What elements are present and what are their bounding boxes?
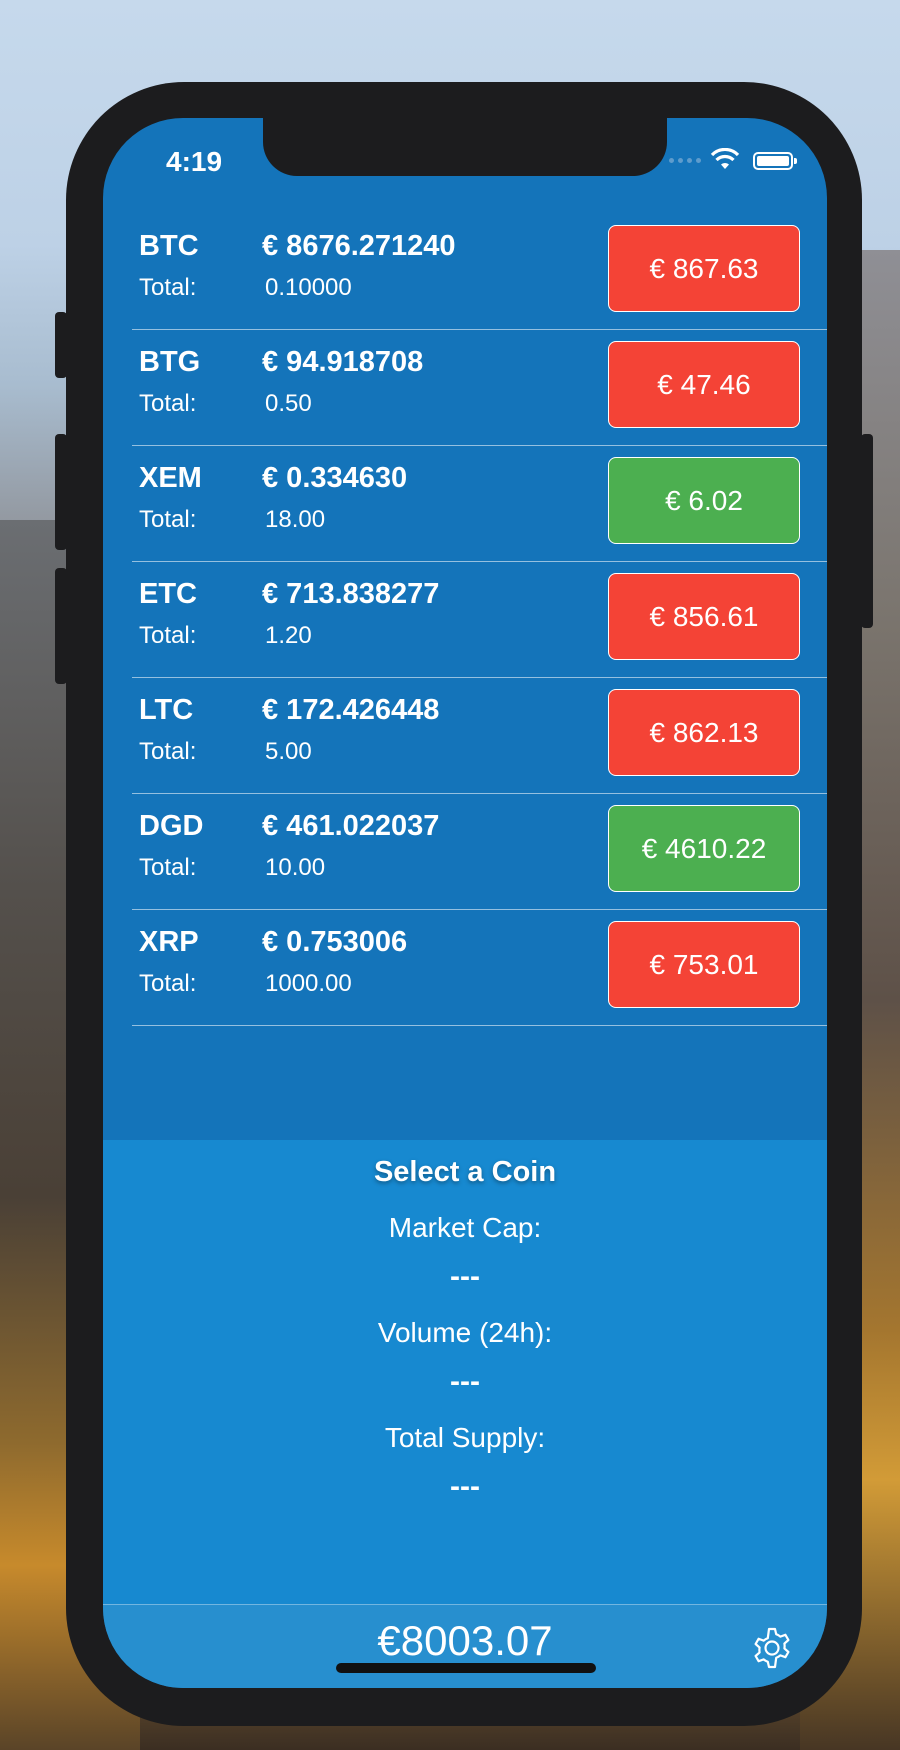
app-screen: 4:19 BTC € 8676.271240 Total: 0.10000 € 867.… <box>103 118 827 1688</box>
coin-price: € 8676.271240 <box>262 230 456 262</box>
coin-row[interactable]: BTG € 94.918708 Total: 0.50 € 47.46 <box>132 330 827 446</box>
coin-symbol: BTC <box>139 230 199 262</box>
home-indicator[interactable] <box>336 1663 596 1673</box>
detail-title: Select a Coin <box>373 1156 557 1188</box>
holding-value-button[interactable]: € 4610.22 <box>608 805 800 892</box>
coin-symbol: BTG <box>139 346 201 378</box>
volume-label: Volume (24h): <box>377 1317 553 1348</box>
total-label: Total: <box>139 738 197 765</box>
total-amount: 18.00 <box>265 506 326 533</box>
coin-price: € 94.918708 <box>262 346 424 378</box>
coin-row[interactable]: BTC € 8676.271240 Total: 0.10000 € 867.63 <box>132 214 827 330</box>
footer-bar: €8003.07 <box>103 1604 827 1688</box>
coin-row[interactable]: LTC € 172.426448 Total: 5.00 € 862.13 <box>132 678 827 794</box>
power-button <box>861 434 873 628</box>
coin-symbol: ETC <box>139 578 197 610</box>
coin-price: € 0.753006 <box>262 926 408 958</box>
total-label: Total: <box>139 854 197 881</box>
coin-symbol: LTC <box>139 694 194 726</box>
volume-value: --- <box>450 1365 480 1398</box>
mute-switch <box>55 312 67 378</box>
holding-value-button[interactable]: € 856.61 <box>608 573 800 660</box>
holding-value-button[interactable]: € 47.46 <box>608 341 800 428</box>
total-label: Total: <box>139 506 197 533</box>
total-amount: 0.50 <box>265 390 312 417</box>
portfolio-total: €8003.07 <box>377 1617 553 1664</box>
coin-price: € 713.838277 <box>262 578 440 610</box>
total-amount: 5.00 <box>265 738 312 765</box>
coin-price: € 461.022037 <box>262 810 440 842</box>
coin-symbol: XRP <box>139 926 199 958</box>
total-label: Total: <box>139 390 197 417</box>
total-supply-value: --- <box>450 1470 480 1503</box>
coin-row[interactable]: XRP € 0.753006 Total: 1000.00 € 753.01 <box>132 910 827 1026</box>
empty-row <box>132 1026 827 1142</box>
market-cap-value: --- <box>450 1260 480 1293</box>
total-amount: 10.00 <box>265 854 326 881</box>
volume-up-button <box>55 434 67 550</box>
notch <box>263 118 667 176</box>
holding-value-button[interactable]: € 867.63 <box>608 225 800 312</box>
holding-value-button[interactable]: € 753.01 <box>608 921 800 1008</box>
coin-price: € 172.426448 <box>262 694 440 726</box>
wifi-icon <box>710 148 740 169</box>
volume-down-button <box>55 568 67 684</box>
gear-icon[interactable] <box>749 1625 795 1671</box>
status-time: 4:19 <box>166 146 223 177</box>
holding-value-button[interactable]: € 862.13 <box>608 689 800 776</box>
holding-value-button[interactable]: € 6.02 <box>608 457 800 544</box>
coin-symbol: XEM <box>139 462 202 494</box>
total-label: Total: <box>139 970 197 997</box>
cellular-signal-icon <box>669 158 701 163</box>
coin-price: € 0.334630 <box>262 462 408 494</box>
market-cap-label: Market Cap: <box>388 1212 542 1243</box>
total-amount: 1.20 <box>265 622 312 649</box>
total-label: Total: <box>139 274 197 301</box>
coin-detail-panel: Select a Coin Market Cap: --- Volume (24… <box>103 1140 827 1604</box>
coin-symbol: DGD <box>139 810 204 842</box>
coin-row[interactable]: ETC € 713.838277 Total: 1.20 € 856.61 <box>132 562 827 678</box>
total-label: Total: <box>139 622 197 649</box>
battery-icon <box>753 152 797 170</box>
total-amount: 0.10000 <box>265 274 352 301</box>
total-amount: 1000.00 <box>265 970 352 997</box>
coin-list: BTC € 8676.271240 Total: 0.10000 € 867.63 BTG… <box>103 214 827 1142</box>
coin-row[interactable]: XEM € 0.334630 Total: 18.00 € 6.02 <box>132 446 827 562</box>
total-supply-label: Total Supply: <box>384 1422 546 1453</box>
coin-row[interactable]: DGD € 461.022037 Total: 10.00 € 4610.22 <box>132 794 827 910</box>
